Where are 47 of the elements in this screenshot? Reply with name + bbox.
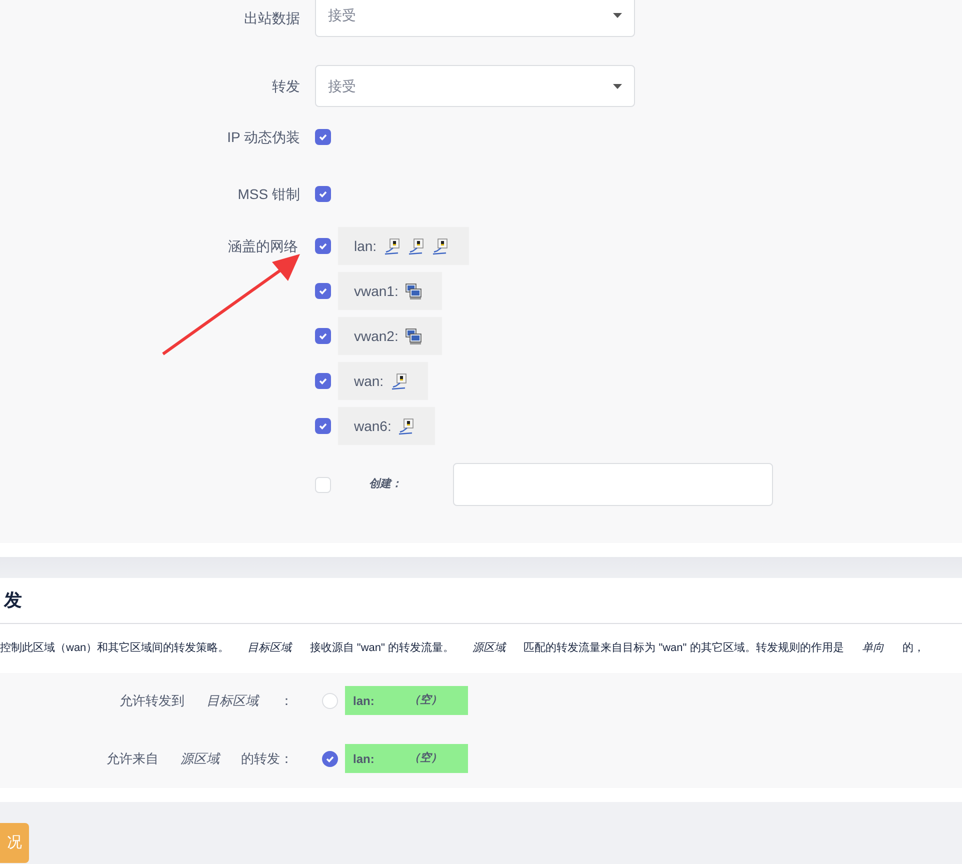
radio-button[interactable] bbox=[322, 750, 338, 766]
check-icon bbox=[318, 132, 328, 142]
network-chip[interactable]: lan: bbox=[338, 227, 469, 265]
field-label: 转发 bbox=[271, 76, 300, 96]
checkbox[interactable] bbox=[315, 129, 331, 145]
field-label: IP 动态伪装 bbox=[226, 128, 300, 146]
checkbox[interactable] bbox=[315, 238, 331, 254]
zone-badge: lan: （空） bbox=[345, 744, 468, 773]
checkbox[interactable] bbox=[315, 186, 331, 202]
network-port-icon bbox=[432, 238, 449, 254]
network-port-icon bbox=[408, 238, 425, 254]
create-label: 创建： bbox=[369, 476, 403, 492]
network-port-icon bbox=[390, 372, 408, 390]
select-field[interactable]: 接受 bbox=[315, 65, 635, 107]
section-description: 控制此区域（wan）和其它区域间的转发策略。 目标区域 接收源自 "wan" 的转发流量。 源区域 匹配的转发流量来自目标为 "wan" 的其它区域。转发规则的作用是 单向 的， bbox=[0, 640, 924, 656]
field-label: 涵盖的网络 bbox=[228, 238, 298, 254]
zone-badge: lan: （空） bbox=[345, 686, 468, 715]
checkbox[interactable] bbox=[315, 283, 331, 299]
check-icon bbox=[318, 189, 328, 199]
check-icon bbox=[325, 754, 335, 764]
network-port-icon bbox=[398, 418, 416, 434]
check-icon bbox=[318, 286, 328, 296]
network-port-icon bbox=[384, 238, 401, 254]
checkbox[interactable] bbox=[315, 418, 331, 434]
check-icon bbox=[318, 331, 328, 341]
field-label: 允许来自 源区域 的转发： bbox=[106, 750, 293, 768]
caret-icon bbox=[613, 84, 622, 88]
field-label: 允许转发到 目标区域 ： bbox=[118, 692, 293, 710]
field-label: 出站数据 bbox=[243, 9, 300, 28]
network-chip[interactable]: vwan2: bbox=[338, 317, 442, 355]
section-title: 发 bbox=[2, 589, 22, 612]
radio-button[interactable] bbox=[322, 692, 338, 708]
checkbox[interactable] bbox=[315, 373, 331, 389]
network-chip[interactable]: wan6: bbox=[338, 407, 436, 445]
check-icon bbox=[318, 421, 328, 431]
check-icon bbox=[318, 376, 328, 386]
select-field[interactable]: 接受 bbox=[315, 0, 635, 36]
check-icon bbox=[318, 241, 328, 251]
checkbox[interactable] bbox=[315, 476, 331, 492]
field-label: MSS 钳制 bbox=[236, 184, 300, 204]
computers-icon bbox=[405, 282, 422, 300]
network-chip[interactable]: wan: bbox=[338, 362, 428, 400]
input-field[interactable] bbox=[453, 463, 773, 506]
caret-icon bbox=[613, 13, 622, 18]
computers-icon bbox=[405, 328, 422, 344]
network-chip[interactable]: vwan1: bbox=[338, 272, 442, 310]
checkbox[interactable] bbox=[315, 328, 331, 344]
